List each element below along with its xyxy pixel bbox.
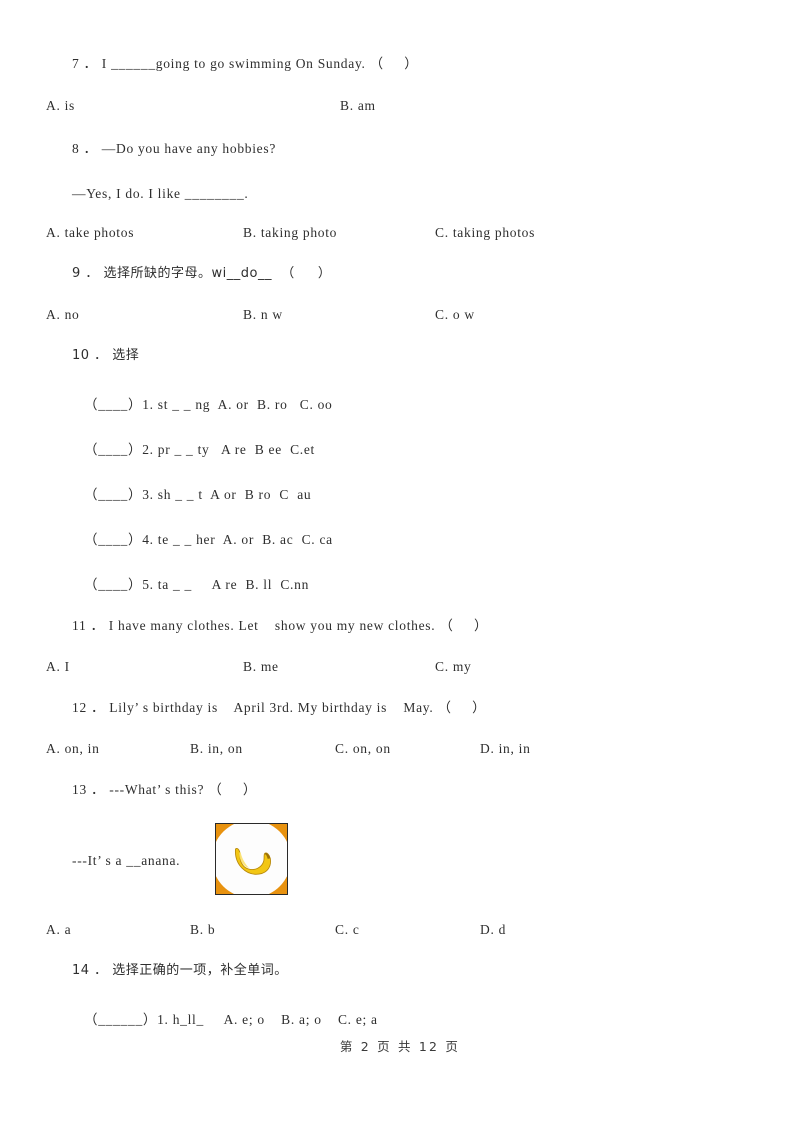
exam-page: 7 ． I ______going to go swimming On Sund… [0, 0, 800, 1132]
question-10-subitem-2[interactable]: （____）2. pr _ _ ty A re B ee C.et [84, 438, 315, 458]
question-12-option-b[interactable]: B. in, on [190, 741, 243, 757]
question-8-stem: 8 ． —Do you have any hobbies? [72, 141, 277, 156]
question-7-stem: 7 ． I ______going to go swimming On Sund… [72, 56, 419, 71]
question-8-option-b[interactable]: B. taking photo [243, 225, 337, 241]
question-11-option-c[interactable]: C. my [435, 659, 472, 675]
question-9-stem: 9 ． 选择所缺的字母。wi__do__ （ ） [72, 266, 332, 281]
question-13-option-d[interactable]: D. d [480, 922, 506, 938]
question-9-option-b[interactable]: B. n w [243, 307, 283, 323]
question-7-option-b[interactable]: B. am [340, 98, 376, 114]
question-11-option-b[interactable]: B. me [243, 659, 279, 675]
question-12-option-a[interactable]: A. on, in [46, 741, 100, 757]
question-14-stem: 14 ． 选择正确的一项，补全单词。 [72, 963, 288, 978]
question-7-option-a[interactable]: A. is [46, 98, 75, 114]
question-13-option-c[interactable]: C. c [335, 922, 360, 938]
question-10-subitem-1[interactable]: （____）1. st _ _ ng A. or B. ro C. oo [84, 393, 333, 413]
question-11-stem: 11 ． I have many clothes. Let show you m… [72, 618, 489, 633]
question-10-stem: 10 ． 选择 [72, 348, 140, 363]
question-8-stem-continued: —Yes, I do. I like ________. [72, 186, 249, 201]
question-13-answer-line: ---It’ s a __anana. [72, 853, 181, 868]
question-12-stem: 12 ． Lily’ s birthday is April 3rd. My b… [72, 700, 487, 715]
question-10-subitem-5[interactable]: （____）5. ta _ _ A re B. ll C.nn [84, 573, 309, 593]
question-13-option-a[interactable]: A. a [46, 922, 71, 938]
question-8-option-a[interactable]: A. take photos [46, 225, 134, 241]
question-13-stem: 13 ． ---What’ s this? （ ） [72, 782, 258, 797]
question-10-subitem-4[interactable]: （____）4. te _ _ her A. or B. ac C. ca [84, 528, 333, 548]
question-13-option-b[interactable]: B. b [190, 922, 215, 938]
question-12-option-c[interactable]: C. on, on [335, 741, 391, 757]
question-9-option-a[interactable]: A. no [46, 307, 80, 323]
question-9-option-c[interactable]: C. o w [435, 307, 475, 323]
banana-icon [235, 847, 272, 875]
question-11-option-a[interactable]: A. I [46, 659, 70, 675]
page-footer: 第 2 页 共 12 页 [339, 1039, 461, 1054]
banana-picture [215, 823, 288, 895]
question-12-option-d[interactable]: D. in, in [480, 741, 531, 757]
question-14-subitem-1[interactable]: （______）1. h_ll_ A. e; o B. a; o C. e; a [84, 1008, 378, 1028]
question-8-option-c[interactable]: C. taking photos [435, 225, 535, 241]
question-10-subitem-3[interactable]: （____）3. sh _ _ t A or B ro C au [84, 483, 311, 503]
